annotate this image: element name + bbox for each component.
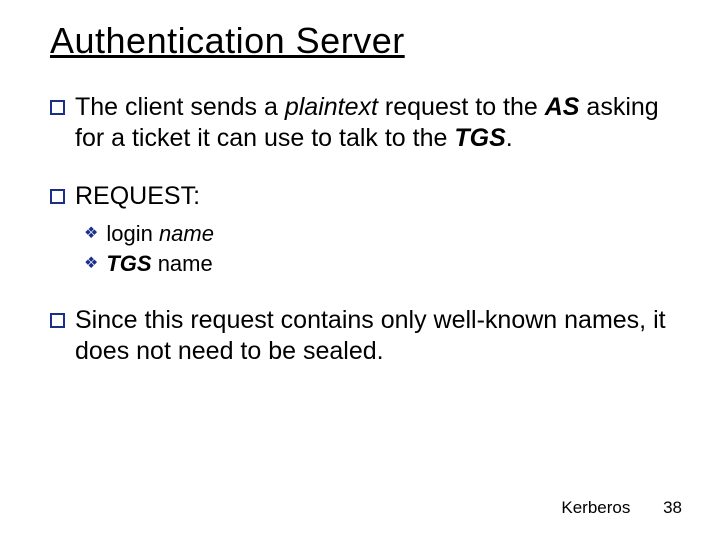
bullet-item: The client sends a plaintext request to …	[50, 92, 670, 155]
text-run-bold-italic: AS	[545, 93, 580, 121]
square-bullet-icon	[50, 100, 65, 115]
diamond-bullet-icon: ❖	[84, 254, 98, 275]
bullet-item: REQUEST:	[50, 181, 670, 212]
text-run: Since this request contains only well-kn…	[75, 306, 666, 365]
sub-bullet-item: ❖ login name	[84, 220, 670, 249]
sub-bullet-group: ❖ login name ❖ TGS name	[50, 220, 670, 279]
sub-bullet-text: login name	[106, 220, 670, 249]
text-run: .	[506, 124, 513, 152]
text-run-bold-italic: TGS	[106, 251, 151, 276]
slide: Authentication Server The client sends a…	[0, 0, 720, 540]
slide-footer: Kerberos 38	[561, 498, 682, 518]
text-run: REQUEST:	[75, 182, 200, 210]
square-bullet-icon	[50, 189, 65, 204]
slide-title: Authentication Server	[50, 20, 670, 62]
bullet-item: Since this request contains only well-kn…	[50, 305, 670, 368]
text-run-italic: plaintext	[285, 93, 378, 121]
text-run: name	[152, 251, 213, 276]
text-run: request to the	[378, 93, 545, 121]
sub-bullet-item: ❖ TGS name	[84, 250, 670, 279]
text-run-bold-italic: TGS	[454, 124, 505, 152]
diamond-bullet-icon: ❖	[84, 224, 98, 245]
footer-label: Kerberos	[561, 498, 630, 517]
sub-bullet-text: TGS name	[106, 250, 670, 279]
bullet-text: REQUEST:	[75, 181, 670, 212]
text-run: The client sends a	[75, 93, 285, 121]
bullet-text: Since this request contains only well-kn…	[75, 305, 670, 368]
page-number: 38	[663, 498, 682, 518]
text-run-italic: name	[159, 221, 214, 246]
square-bullet-icon	[50, 313, 65, 328]
bullet-text: The client sends a plaintext request to …	[75, 92, 670, 155]
text-run: login	[106, 221, 159, 246]
